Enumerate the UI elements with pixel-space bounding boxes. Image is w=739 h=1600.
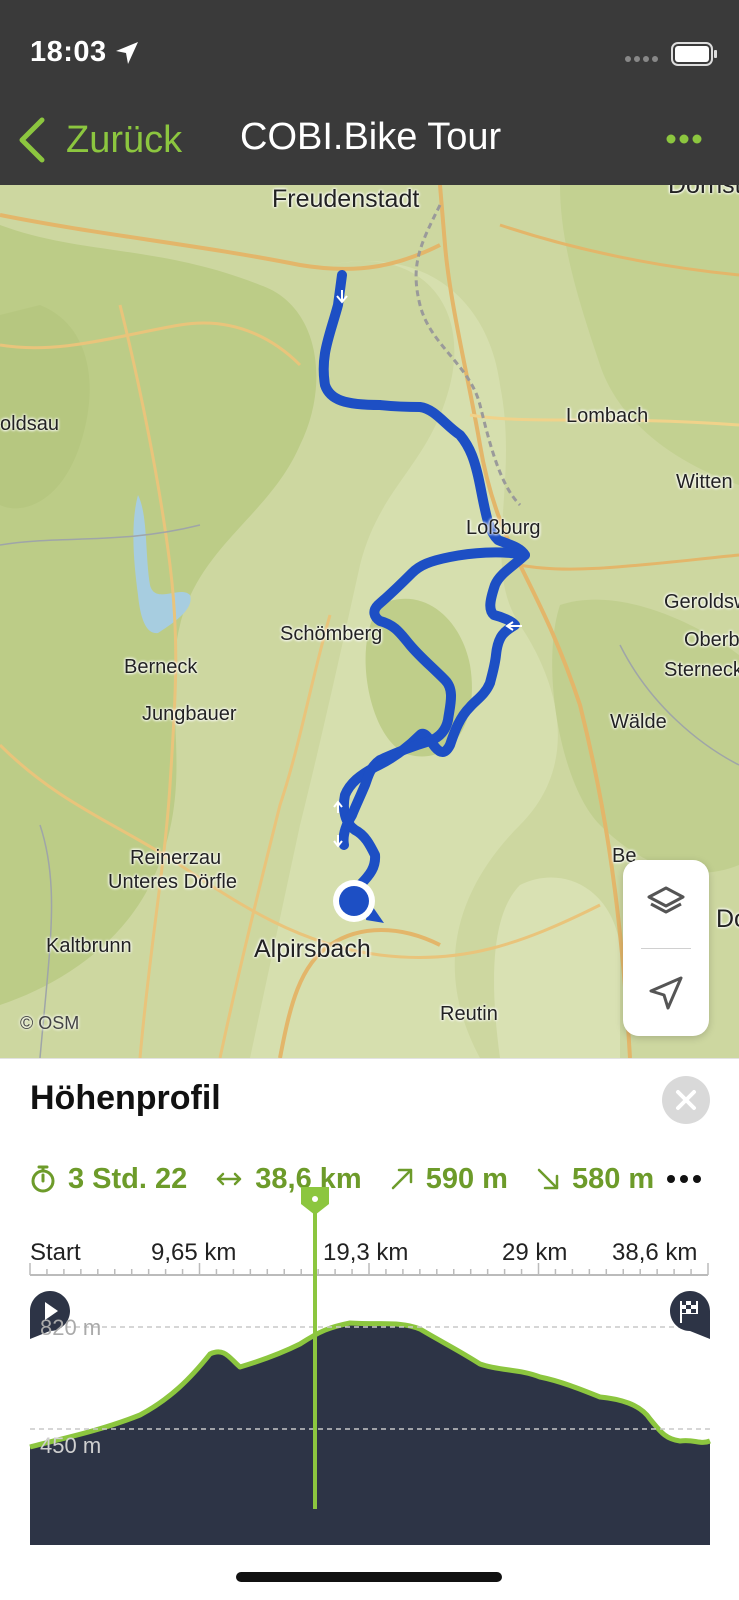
elevation-sheet: Höhenprofil 3 Std. 22 38,6 km 590 m 580 … [0, 1058, 739, 1600]
place-label: Do [716, 905, 739, 933]
back-button[interactable]: Zurück [16, 112, 182, 168]
place-label: Reutin [440, 1003, 498, 1025]
layers-button[interactable] [623, 860, 709, 946]
layers-icon [647, 886, 685, 914]
page-title: COBI.Bike Tour [240, 116, 502, 158]
place-label: Dornst [668, 185, 739, 199]
place-label: Alpirsbach [254, 935, 371, 963]
chevron-left-icon [19, 117, 45, 163]
elevation-area [30, 1323, 710, 1545]
place-label: Unteres Dörfle [108, 871, 237, 893]
elevation-label-450: 450 m [40, 1433, 102, 1458]
place-label: Reinerzau [130, 847, 222, 869]
home-indicator [236, 1572, 502, 1582]
status-time: 18:03 [30, 36, 107, 68]
place-label: Freudenstadt [272, 185, 420, 213]
signal-icon [625, 56, 658, 62]
location-arrow-icon [116, 42, 138, 64]
place-label: Sterneck [664, 659, 739, 681]
more-menu-icon[interactable] [666, 130, 702, 148]
back-label: Zurück [66, 118, 183, 161]
locate-button[interactable] [623, 950, 709, 1036]
place-label: Geroldsw [664, 591, 739, 613]
elevation-label-820: 820 m [40, 1315, 102, 1340]
finish-marker-icon [670, 1291, 710, 1339]
top-bar: 18:03 Zurück COBI.Bike Tour [0, 0, 739, 185]
locate-icon [649, 976, 683, 1010]
map-controls [623, 860, 709, 1036]
distance-ruler [29, 1263, 709, 1276]
controls-divider [641, 948, 691, 949]
place-label: Oberb [684, 629, 739, 651]
place-label: Loßburg [466, 517, 541, 539]
place-label: Witten [676, 471, 733, 493]
place-label: Berneck [124, 656, 198, 678]
route-map[interactable]: Freudenstadt Dornst oldsau Lombach Witte… [0, 185, 739, 1058]
place-label: Wälde [610, 711, 667, 733]
battery-icon [671, 42, 717, 66]
elevation-chart[interactable] [0, 1059, 739, 1600]
place-label: Kaltbrunn [46, 935, 132, 957]
map-credit: © OSM [20, 1013, 80, 1033]
place-label: oldsau [0, 413, 59, 435]
place-label: Schömberg [280, 623, 383, 645]
place-label: Jungbauer [142, 703, 237, 725]
place-label: Lombach [566, 405, 649, 427]
